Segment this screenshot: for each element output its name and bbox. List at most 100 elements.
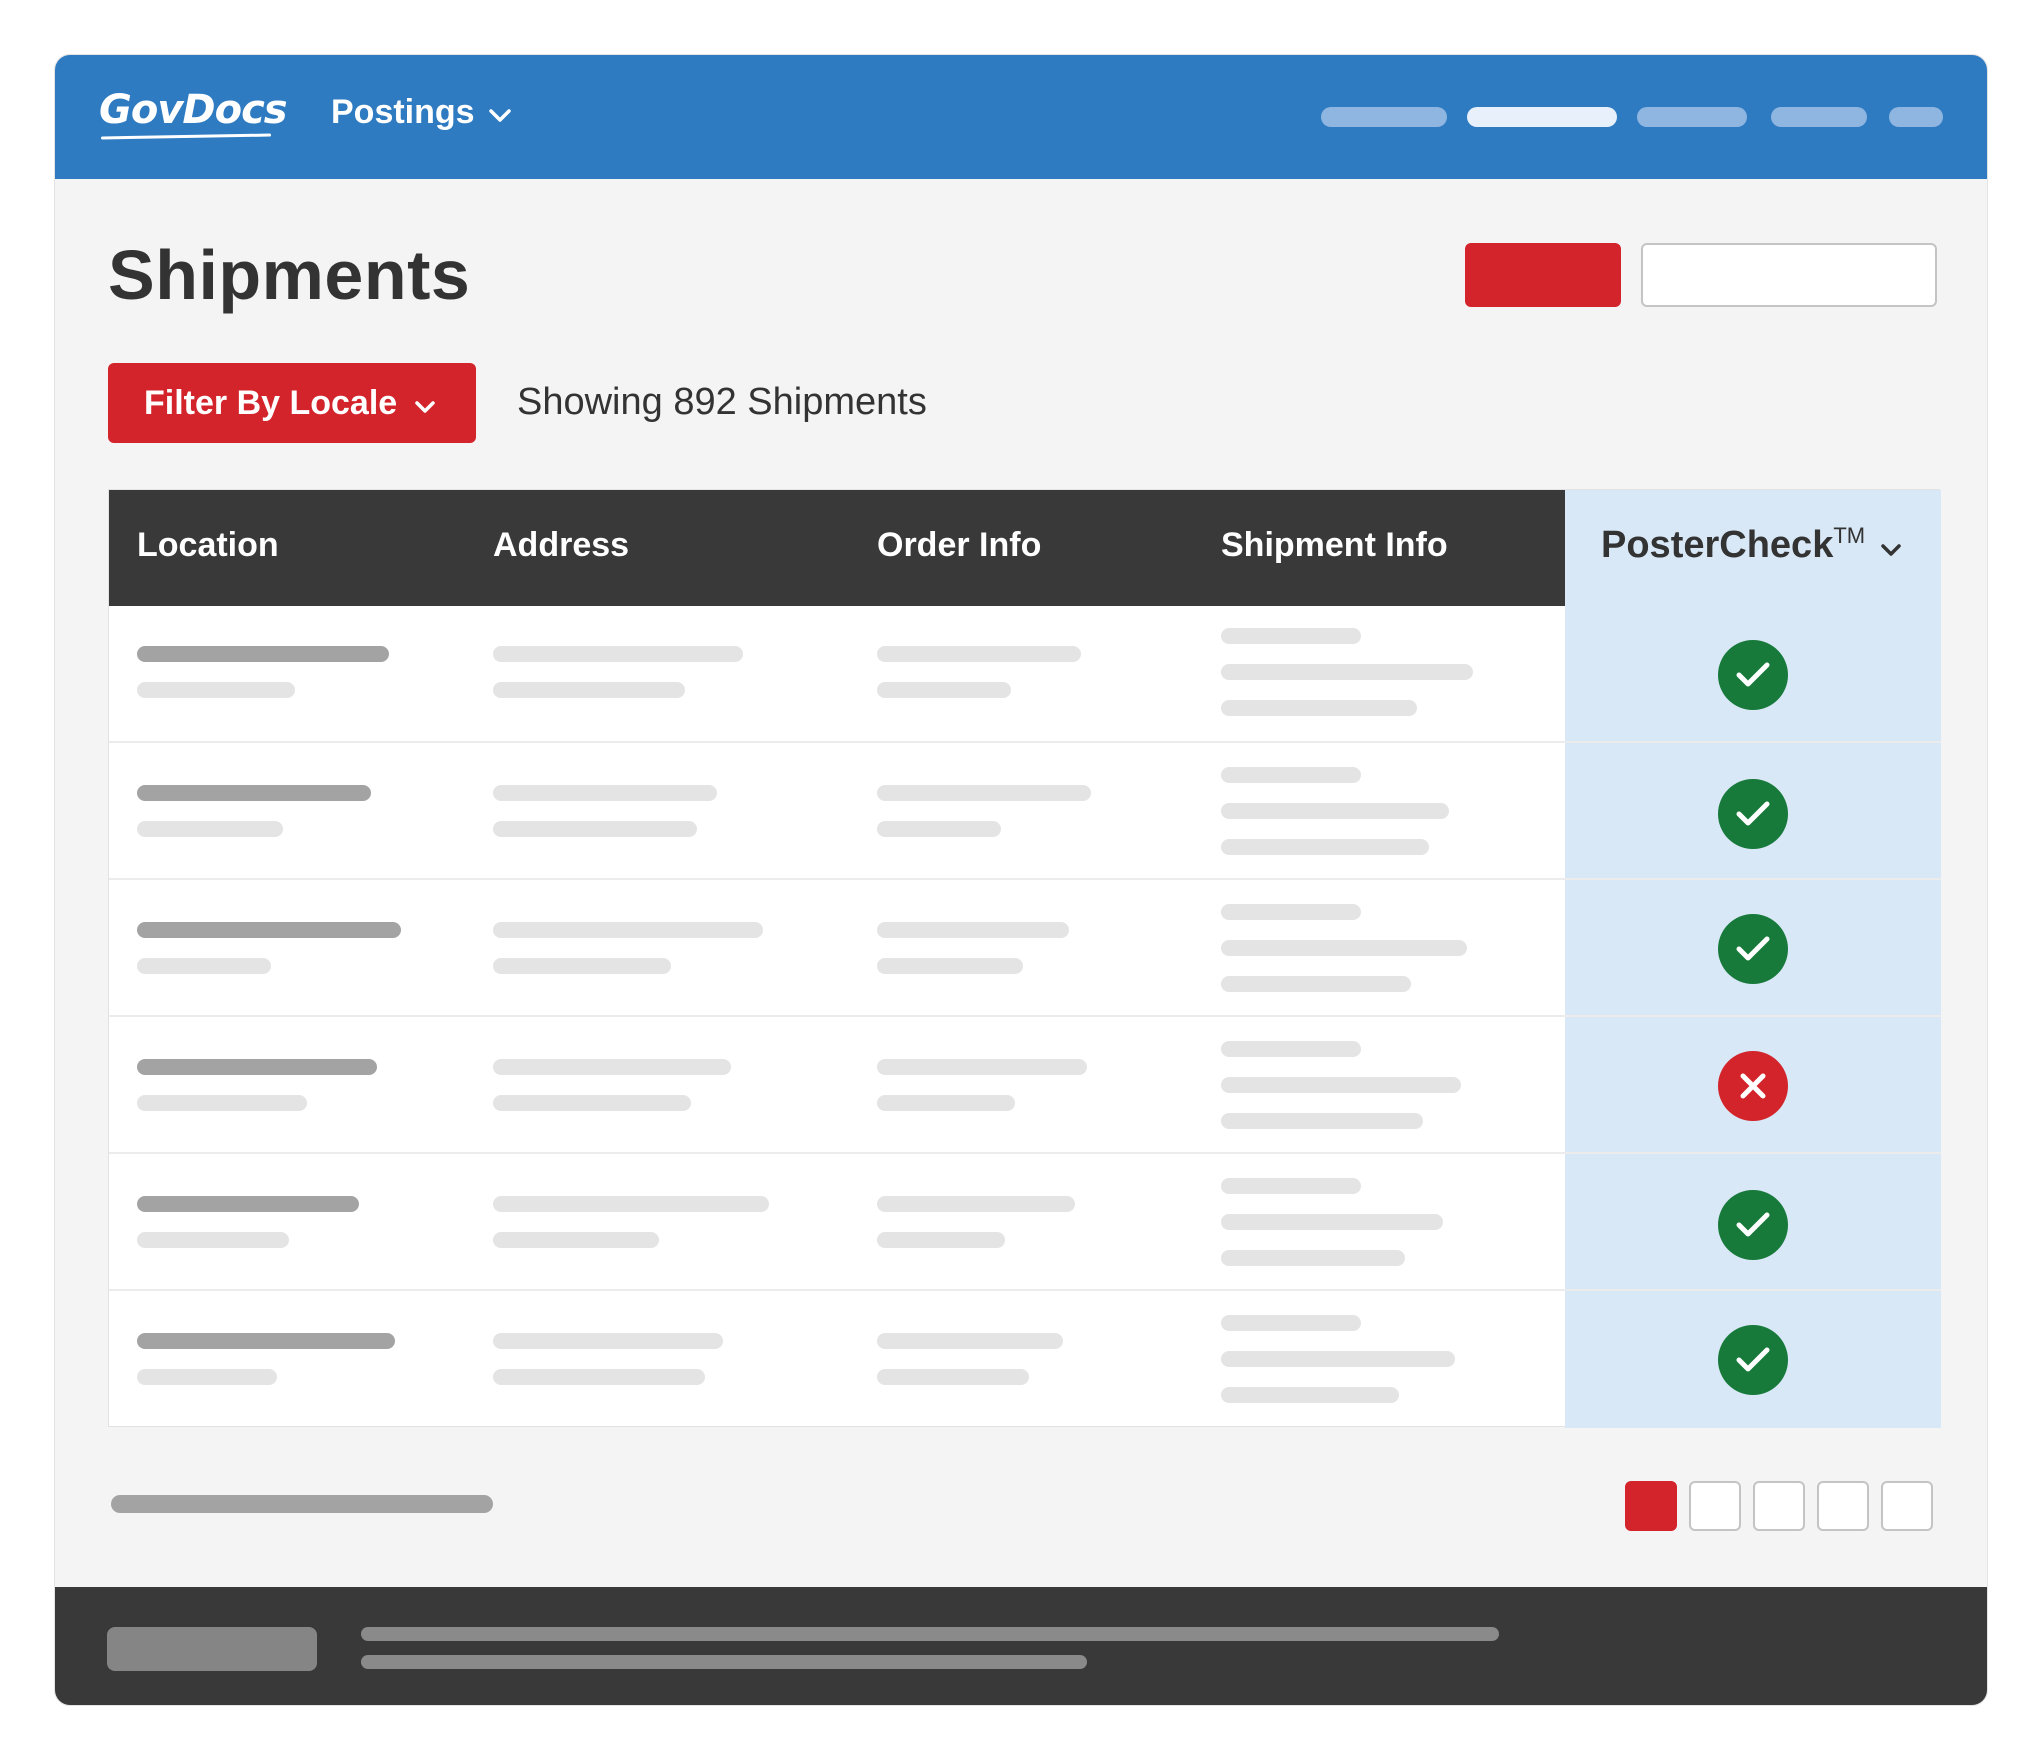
app-window: GovDocs Postings Shipments Filter By Loc… — [54, 54, 1988, 1706]
footer-text-placeholder — [361, 1655, 1087, 1669]
shipment-info-placeholder — [1221, 1178, 1361, 1194]
shipment-info-placeholder — [1221, 700, 1417, 716]
postercheck-fail-badge[interactable] — [1718, 1051, 1788, 1121]
postings-menu-label: Postings — [331, 93, 475, 131]
top-nav-bar: GovDocs Postings — [55, 55, 1987, 179]
location-sub-placeholder — [137, 958, 271, 974]
shipment-info-placeholder — [1221, 1250, 1405, 1266]
table-row[interactable] — [109, 1291, 1941, 1428]
postings-menu[interactable]: Postings — [331, 93, 511, 132]
nav-link-4[interactable] — [1771, 107, 1867, 127]
address-sub-placeholder — [493, 1369, 705, 1385]
shipments-table: Location Address Order Info Shipment Inf… — [108, 489, 1941, 1428]
pagination-page-4[interactable] — [1817, 1481, 1869, 1531]
filter-by-locale-button[interactable]: Filter By Locale — [108, 363, 476, 443]
address-placeholder — [493, 785, 717, 801]
location-placeholder — [137, 785, 371, 801]
pagination-page-3[interactable] — [1753, 1481, 1805, 1531]
nav-link-1[interactable] — [1321, 107, 1447, 127]
shipment-info-placeholder — [1221, 904, 1361, 920]
shipment-info-placeholder — [1221, 1041, 1361, 1057]
order-info-sub-placeholder — [877, 1369, 1029, 1385]
shipment-info-placeholder — [1221, 976, 1411, 992]
column-header-location[interactable]: Location — [137, 526, 279, 565]
pagination-page-5[interactable] — [1881, 1481, 1933, 1531]
order-info-placeholder — [877, 646, 1081, 662]
table-row[interactable] — [109, 743, 1941, 880]
chevron-down-icon — [415, 384, 435, 423]
table-row[interactable] — [109, 1154, 1941, 1291]
results-count: Showing 892 Shipments — [517, 381, 927, 423]
check-icon — [1736, 1212, 1770, 1237]
order-info-sub-placeholder — [877, 958, 1023, 974]
order-info-placeholder — [877, 785, 1091, 801]
check-icon — [1736, 936, 1770, 961]
shipment-info-placeholder — [1221, 803, 1449, 819]
shipment-info-placeholder — [1221, 767, 1361, 783]
table-row[interactable] — [109, 606, 1941, 743]
footer-button[interactable] — [107, 1627, 317, 1671]
shipment-info-placeholder — [1221, 628, 1361, 644]
address-sub-placeholder — [493, 682, 685, 698]
location-placeholder — [137, 1196, 359, 1212]
shipment-info-placeholder — [1221, 1077, 1461, 1093]
nav-link-3[interactable] — [1637, 107, 1747, 127]
nav-link-5[interactable] — [1889, 107, 1943, 127]
location-sub-placeholder — [137, 1232, 289, 1248]
filter-button-label: Filter By Locale — [144, 383, 398, 422]
order-info-sub-placeholder — [877, 682, 1011, 698]
order-info-sub-placeholder — [877, 821, 1001, 837]
column-header-address[interactable]: Address — [493, 526, 629, 565]
address-sub-placeholder — [493, 821, 697, 837]
address-placeholder — [493, 1333, 723, 1349]
address-sub-placeholder — [493, 1095, 691, 1111]
postercheck-pass-badge[interactable] — [1718, 779, 1788, 849]
column-header-postercheck[interactable]: PosterCheck TM — [1601, 522, 1901, 567]
check-icon — [1736, 662, 1770, 687]
address-sub-placeholder — [493, 1232, 659, 1248]
address-placeholder — [493, 922, 763, 938]
postercheck-pass-badge[interactable] — [1718, 1190, 1788, 1260]
horizontal-scrollbar[interactable] — [111, 1495, 493, 1513]
postercheck-pass-badge[interactable] — [1718, 1325, 1788, 1395]
order-info-placeholder — [877, 1196, 1075, 1212]
table-header: Location Address Order Info Shipment Inf… — [109, 490, 1565, 606]
address-placeholder — [493, 1059, 731, 1075]
pagination-page-2[interactable] — [1689, 1481, 1741, 1531]
order-info-placeholder — [877, 1333, 1063, 1349]
chevron-down-icon — [488, 93, 511, 132]
table-row[interactable] — [109, 880, 1941, 1017]
postercheck-pass-badge[interactable] — [1718, 914, 1788, 984]
order-info-sub-placeholder — [877, 1232, 1005, 1248]
postercheck-pass-badge[interactable] — [1718, 640, 1788, 710]
postercheck-label: PosterCheck — [1601, 524, 1834, 566]
check-icon — [1736, 801, 1770, 826]
location-sub-placeholder — [137, 682, 295, 698]
nav-link-2[interactable] — [1467, 107, 1617, 127]
govdocs-logo[interactable]: GovDocs — [99, 87, 288, 133]
table-row[interactable] — [109, 1017, 1941, 1154]
pagination-page-1[interactable] — [1625, 1481, 1677, 1531]
shipment-info-placeholder — [1221, 940, 1467, 956]
page-title: Shipments — [108, 236, 471, 314]
column-header-shipment-info[interactable]: Shipment Info — [1221, 526, 1448, 565]
shipment-info-placeholder — [1221, 1387, 1399, 1403]
shipment-info-placeholder — [1221, 1113, 1423, 1129]
address-sub-placeholder — [493, 958, 671, 974]
column-header-order-info[interactable]: Order Info — [877, 526, 1041, 565]
location-placeholder — [137, 922, 401, 938]
shipment-info-placeholder — [1221, 1315, 1361, 1331]
address-placeholder — [493, 1196, 769, 1212]
order-info-sub-placeholder — [877, 1095, 1015, 1111]
primary-action-button[interactable] — [1465, 243, 1621, 307]
location-sub-placeholder — [137, 1095, 307, 1111]
shipment-info-placeholder — [1221, 839, 1429, 855]
page-footer — [55, 1587, 1987, 1705]
trademark-mark: TM — [1833, 522, 1866, 548]
chevron-down-icon — [1881, 524, 1901, 567]
logo-swoosh — [100, 133, 272, 140]
address-placeholder — [493, 646, 743, 662]
secondary-action-button[interactable] — [1641, 243, 1937, 307]
order-info-placeholder — [877, 922, 1069, 938]
location-sub-placeholder — [137, 821, 283, 837]
